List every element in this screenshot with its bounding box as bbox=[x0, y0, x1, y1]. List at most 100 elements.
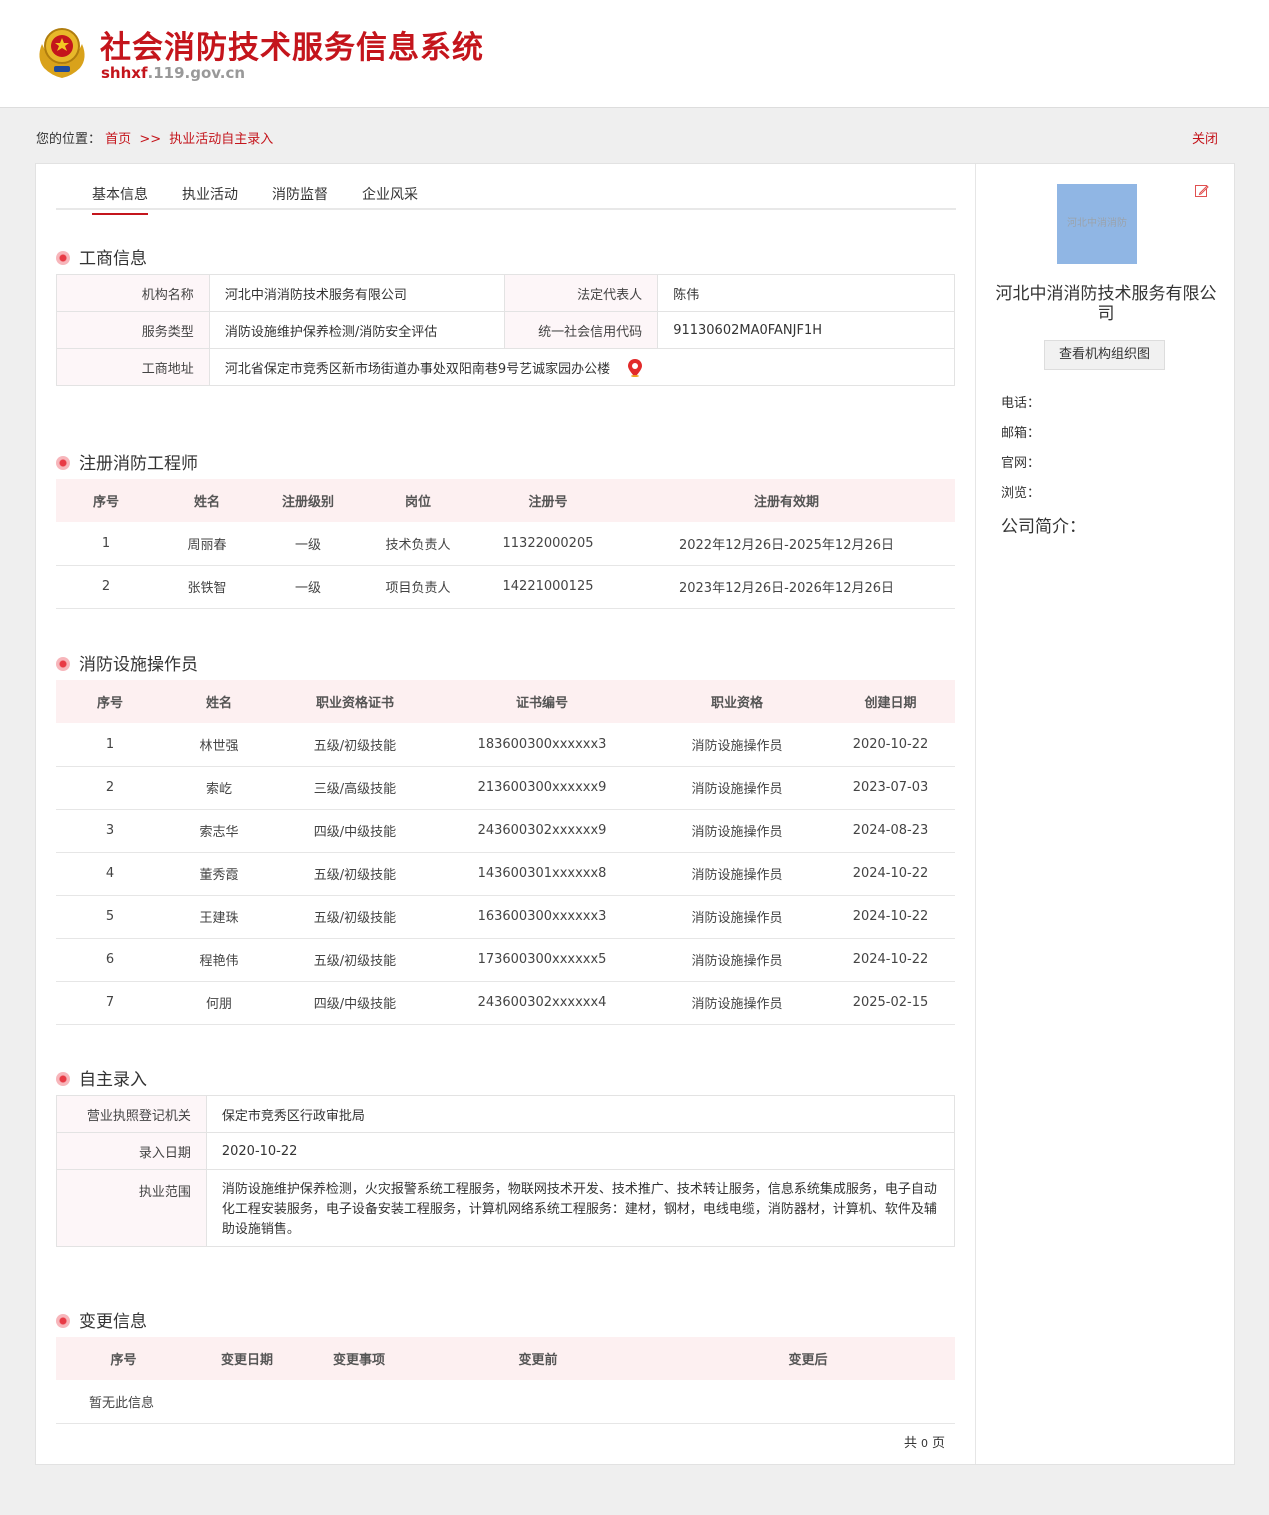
column-header: 序号 bbox=[56, 479, 156, 522]
table-cell: 143600301xxxxxx8 bbox=[436, 852, 648, 896]
table-cell: 2 bbox=[56, 565, 156, 609]
table-cell: 1 bbox=[56, 723, 164, 767]
phone-label: 电话： bbox=[1001, 396, 1041, 411]
authority-value: 保定市竞秀区行政审批局 bbox=[205, 1095, 956, 1133]
table-row: 1 周丽春 一级 技术负责人 11322000205 2022年12月26日-2… bbox=[56, 522, 955, 566]
self-entry-table: 营业执照登记机关 保定市竞秀区行政审批局 录入日期 2020-10-22 执业范… bbox=[56, 1095, 956, 1247]
tab-bar: 基本信息 执业活动 消防监督 企业风采 bbox=[56, 164, 956, 215]
section-title-changes: 变更信息 bbox=[56, 1307, 147, 1332]
table-cell: 2024-10-22 bbox=[826, 852, 955, 896]
table-cell: 五级/初级技能 bbox=[274, 938, 436, 982]
column-header: 姓名 bbox=[156, 479, 258, 522]
table-row: 5 王建珠 五级/初级技能 163600300xxxxxx3 消防设施操作员 2… bbox=[56, 895, 955, 939]
system-domain: shhxf.119.gov.cn bbox=[101, 64, 246, 82]
breadcrumb-home-link[interactable]: 首页 bbox=[105, 132, 131, 147]
column-header: 证书编号 bbox=[436, 680, 648, 723]
table-cell: 173600300xxxxxx5 bbox=[436, 938, 648, 982]
table-cell: 2024-10-22 bbox=[826, 938, 955, 982]
table-cell: 消防设施操作员 bbox=[648, 852, 826, 896]
table-cell: 四级/中级技能 bbox=[274, 981, 436, 1025]
table-cell: 243600302xxxxxx4 bbox=[436, 981, 648, 1025]
table-row: 4 董秀霞 五级/初级技能 143600301xxxxxx8 消防设施操作员 2… bbox=[56, 852, 955, 896]
column-header: 职业资格 bbox=[648, 680, 826, 723]
system-title: 社会消防技术服务信息系统 bbox=[100, 30, 484, 66]
table-cell: 王建珠 bbox=[164, 895, 274, 939]
table-cell: 7 bbox=[56, 981, 164, 1025]
table-header-row: 序号 姓名 职业资格证书 证书编号 职业资格 创建日期 bbox=[56, 680, 955, 723]
table-cell: 163600300xxxxxx3 bbox=[436, 895, 648, 939]
close-link[interactable]: 关闭 bbox=[1192, 128, 1218, 147]
views-label: 浏览： bbox=[1001, 486, 1041, 501]
tab-fire-supervision[interactable]: 消防监督 bbox=[272, 184, 328, 213]
table-cell: 项目负责人 bbox=[358, 565, 478, 609]
column-header: 注册号 bbox=[478, 479, 618, 522]
business-info-table: 机构名称 河北中消消防技术服务有限公司 法定代表人 陈伟 服务类型 消防设施维护… bbox=[56, 274, 956, 386]
credit-code-value: 91130602MA0FANJF1H bbox=[657, 311, 955, 349]
map-pin-icon[interactable] bbox=[628, 358, 643, 377]
edit-icon[interactable] bbox=[1195, 184, 1209, 198]
table-cell: 一级 bbox=[258, 522, 358, 566]
table-row: 2 张铁智 一级 项目负责人 14221000125 2023年12月26日-2… bbox=[56, 565, 955, 609]
fire-rescue-emblem-icon bbox=[39, 28, 85, 78]
legal-rep-value: 陈伟 bbox=[657, 274, 955, 312]
section-title-business: 工商信息 bbox=[56, 244, 147, 269]
table-cell: 4 bbox=[56, 852, 164, 896]
credit-code-label: 统一社会信用代码 bbox=[504, 311, 659, 349]
address-value: 河北省保定市竞秀区新市场街道办事处双阳南巷9号艺诚家园办公楼 bbox=[224, 361, 611, 377]
column-header: 序号 bbox=[56, 1337, 191, 1380]
table-cell: 2023-07-03 bbox=[826, 766, 955, 810]
address-label: 工商地址 bbox=[56, 348, 210, 386]
table-cell: 2020-10-22 bbox=[826, 723, 955, 767]
main-column: 基本信息 执业活动 消防监督 企业风采 工商信息 机构名称 河北中消消防技术服务… bbox=[36, 164, 976, 1464]
table-cell: 五级/初级技能 bbox=[274, 895, 436, 939]
table-cell: 2024-10-22 bbox=[826, 895, 955, 939]
site-header: 社会消防技术服务信息系统 shhxf.119.gov.cn bbox=[0, 0, 1269, 108]
pager-count: 0 bbox=[921, 1437, 929, 1450]
view-org-chart-button[interactable]: 查看机构组织图 bbox=[1044, 340, 1165, 370]
entry-date-label: 录入日期 bbox=[56, 1132, 207, 1170]
table-cell: 消防设施操作员 bbox=[648, 723, 826, 767]
table-cell: 技术负责人 bbox=[358, 522, 478, 566]
table-cell: 2025-02-15 bbox=[826, 981, 955, 1025]
table-cell: 消防设施操作员 bbox=[648, 809, 826, 853]
table-cell: 消防设施操作员 bbox=[648, 981, 826, 1025]
content-panel: 基本信息 执业活动 消防监督 企业风采 工商信息 机构名称 河北中消消防技术服务… bbox=[35, 163, 1235, 1465]
table-cell: 五级/初级技能 bbox=[274, 852, 436, 896]
table-cell: 三级/高级技能 bbox=[274, 766, 436, 810]
tab-basic-info[interactable]: 基本信息 bbox=[92, 184, 148, 215]
entry-date-value: 2020-10-22 bbox=[205, 1132, 956, 1170]
table-cell: 一级 bbox=[258, 565, 358, 609]
company-intro-label: 公司简介： bbox=[1001, 517, 1086, 537]
pager-prefix: 共 bbox=[904, 1436, 918, 1451]
tab-practice-activity[interactable]: 执业活动 bbox=[182, 184, 238, 213]
column-header: 岗位 bbox=[358, 479, 478, 522]
authority-label: 营业执照登记机关 bbox=[56, 1095, 207, 1133]
table-cell: 183600300xxxxxx3 bbox=[436, 723, 648, 767]
legal-rep-label: 法定代表人 bbox=[504, 274, 659, 312]
org-name: 河北中消消防技术服务有限公司 bbox=[995, 284, 1217, 324]
table-cell: 3 bbox=[56, 809, 164, 853]
email-label: 邮箱： bbox=[1001, 426, 1041, 441]
table-row: 7 何朋 四级/中级技能 243600302xxxxxx4 消防设施操作员 20… bbox=[56, 981, 955, 1025]
table-cell: 五级/初级技能 bbox=[274, 723, 436, 767]
tab-company-profile[interactable]: 企业风采 bbox=[362, 184, 418, 213]
table-cell: 索屹 bbox=[164, 766, 274, 810]
column-header: 姓名 bbox=[164, 680, 274, 723]
table-cell: 5 bbox=[56, 895, 164, 939]
operators-table: 序号 姓名 职业资格证书 证书编号 职业资格 创建日期 1 林世强 五级/初级技… bbox=[56, 680, 955, 1025]
table-cell: 6 bbox=[56, 938, 164, 982]
table-row: 暂无此信息 bbox=[56, 1380, 955, 1424]
pagination: 共0页 bbox=[904, 1432, 945, 1451]
table-cell: 消防设施操作员 bbox=[648, 766, 826, 810]
table-row: 2 索屹 三级/高级技能 213600300xxxxxx9 消防设施操作员 20… bbox=[56, 766, 955, 810]
column-header: 职业资格证书 bbox=[274, 680, 436, 723]
service-type-value: 消防设施维护保养检测/消防安全评估 bbox=[208, 311, 506, 349]
breadcrumb-current[interactable]: 执业活动自主录入 bbox=[169, 132, 273, 147]
table-header-row: 序号 变更日期 变更事项 变更前 变更后 bbox=[56, 1337, 955, 1380]
table-cell: 1 bbox=[56, 522, 156, 566]
table-cell: 2024-08-23 bbox=[826, 809, 955, 853]
table-cell: 2 bbox=[56, 766, 164, 810]
pager-suffix: 页 bbox=[932, 1436, 946, 1451]
table-cell: 2022年12月26日-2025年12月26日 bbox=[618, 522, 955, 566]
table-cell: 索志华 bbox=[164, 809, 274, 853]
